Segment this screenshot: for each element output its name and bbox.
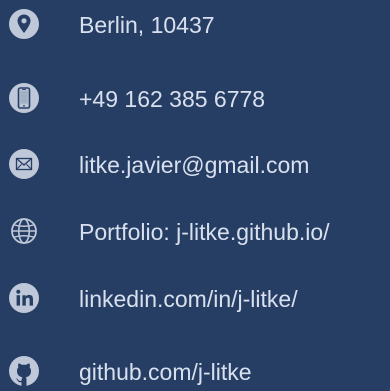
linkedin-link[interactable]: linkedin.com/in/j-litke/ [79,286,298,312]
smartphone-icon [8,82,40,114]
email-link[interactable]: litke.javier@gmail.com [79,152,309,178]
contact-phone: +49 162 385 6778 [0,78,390,118]
contact-email[interactable]: litke.javier@gmail.com [0,144,390,184]
address-text: Berlin, 10437 [79,12,215,38]
portfolio-link[interactable]: Portfolio: j-litke.github.io/ [79,219,330,245]
contact-linkedin[interactable]: linkedin.com/in/j-litke/ [0,278,390,318]
github-link[interactable]: github.com/j-litke [79,359,252,385]
contact-github[interactable]: github.com/j-litke [0,351,390,391]
envelope-icon [8,148,40,180]
contact-address: Berlin, 10437 [0,4,390,44]
phone-text: +49 162 385 6778 [79,86,266,112]
linkedin-icon [8,282,40,314]
location-pin-icon [8,8,40,40]
contact-portfolio[interactable]: Portfolio: j-litke.github.io/ [0,211,390,251]
contact-list: Berlin, 10437 +49 162 385 6778 litke.jav… [0,0,390,388]
globe-icon [8,215,40,247]
github-icon [8,355,40,387]
